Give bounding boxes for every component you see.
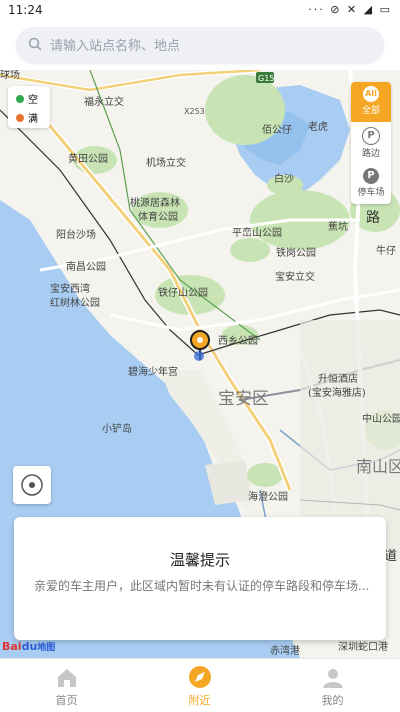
map-label: 西乡公园 xyxy=(218,335,258,347)
highway-badge: G15 xyxy=(258,74,274,83)
map-label: 桃源居森林 xyxy=(130,196,180,209)
tab-mine-label: 我的 xyxy=(321,694,344,707)
map-label: 小铲岛 xyxy=(102,422,132,435)
map-label: 铁岗公园 xyxy=(276,246,316,259)
parking-lot-icon: P xyxy=(363,168,379,184)
map-label: 中山公园 xyxy=(362,412,400,425)
notice-title: 温馨提示 xyxy=(169,551,230,569)
map-label: 阳台沙场 xyxy=(56,228,96,241)
map-label: 佰公仔 xyxy=(262,123,292,136)
tab-home[interactable]: 首页 xyxy=(0,659,133,712)
map-label: 牛仔 xyxy=(376,244,396,257)
locate-icon xyxy=(21,474,43,496)
locate-button[interactable] xyxy=(13,466,51,504)
map-label: 路 xyxy=(366,210,380,226)
map-label: 老虎 xyxy=(308,120,328,133)
legend-empty: 空 xyxy=(16,91,38,106)
tab-nearby-label: 附近 xyxy=(188,694,211,707)
road-label: X253 xyxy=(184,107,205,116)
map-label: 球场 xyxy=(0,70,20,81)
map-label: 海澄公园 xyxy=(248,490,288,503)
home-icon xyxy=(58,669,76,687)
map-label: 碧海少年宫 xyxy=(128,365,178,378)
map-label: 铁仔山公园 xyxy=(158,286,208,299)
status-time: 11:24 xyxy=(8,3,43,17)
map-label: 黄田公园 xyxy=(68,152,108,165)
map-label: 福永立交 xyxy=(84,95,124,108)
map-label: 红树林公园 xyxy=(50,296,100,309)
legend-full: 满 xyxy=(16,110,38,125)
map-district-label: 南山区 xyxy=(356,457,400,476)
map-label: 南昌公园 xyxy=(66,260,106,273)
bottom-tab-bar: 首页 附近 我的 xyxy=(0,658,400,712)
tab-mine[interactable]: 我的 xyxy=(266,659,399,712)
filter-parking-lot-button[interactable]: P 停车场 xyxy=(351,164,391,204)
filter-all-button[interactable]: All 全部 xyxy=(351,82,391,122)
status-icons: ··· ⊘ ✕ ◢ ▭ xyxy=(308,3,392,16)
map-label: 宝安西湾 xyxy=(50,282,90,295)
map-label: 白沙 xyxy=(274,172,294,185)
all-icon: All xyxy=(363,86,379,102)
map-district-label: 宝安区 xyxy=(218,389,269,409)
map-label: 体育公园 xyxy=(138,210,178,223)
filter-panel: All 全部 P 路边 P 停车场 xyxy=(351,82,391,204)
filter-parking-lot-label: 停车场 xyxy=(357,188,385,198)
search-bar[interactable] xyxy=(16,27,384,63)
legend-full-dot-icon xyxy=(16,113,24,122)
map-label: 平峦山公园 xyxy=(232,226,282,239)
status-bar: 11:24 ··· ⊘ ✕ ◢ ▭ xyxy=(0,0,400,22)
legend-empty-dot-icon xyxy=(16,94,24,103)
map-label: 升恒酒店 xyxy=(318,372,358,385)
search-icon xyxy=(28,37,42,51)
filter-roadside-label: 路边 xyxy=(361,149,380,159)
notice-message: 亲爱的车主用户，此区域内暂时未有认证的停车路段和停车场... xyxy=(34,579,370,593)
filter-all-label: 全部 xyxy=(361,106,380,116)
map-label: 机场立交 xyxy=(146,156,186,169)
map-label: 赤湾港 xyxy=(270,644,300,657)
user-icon xyxy=(323,669,343,688)
compass-icon xyxy=(189,666,211,688)
baidu-logo: Baidu地图 xyxy=(2,640,56,653)
filter-roadside-button[interactable]: P 路边 xyxy=(351,123,391,163)
map-label: 深圳蛇口港 xyxy=(338,640,388,653)
notice-card: 温馨提示 亲爱的车主用户，此区域内暂时未有认证的停车路段和停车场... xyxy=(14,517,386,640)
tab-nearby[interactable]: 附近 xyxy=(133,659,266,712)
map-label: 宝安立交 xyxy=(275,270,315,283)
search-input[interactable] xyxy=(48,34,372,58)
map-label: (宝安海雅店) xyxy=(308,386,366,399)
parking-icon: P xyxy=(362,127,380,145)
tab-home-label: 首页 xyxy=(55,694,78,707)
map-label: 蕉坑 xyxy=(328,220,348,233)
map-legend: 空 满 xyxy=(8,86,50,128)
